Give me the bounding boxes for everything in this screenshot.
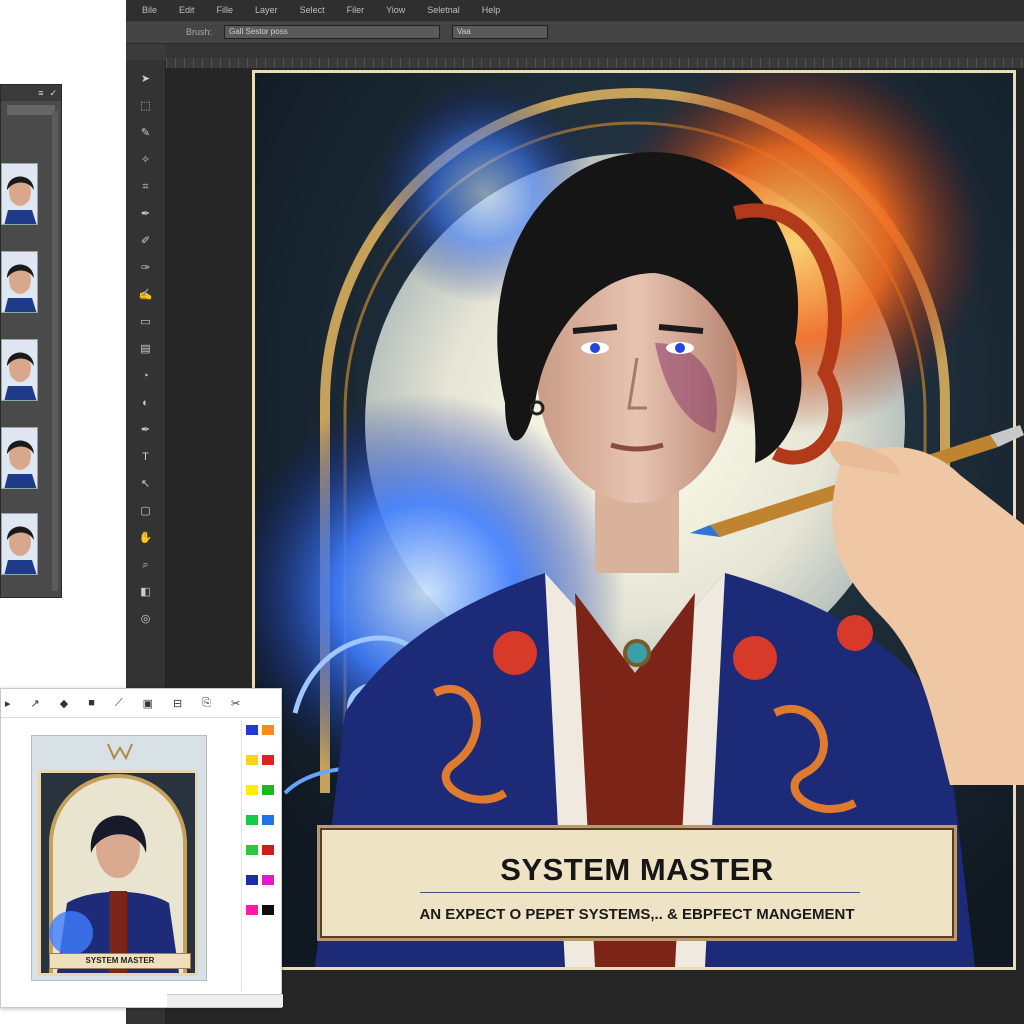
mini-canvas[interactable]: SYSTEM MASTER: [31, 735, 207, 981]
zoom-tool-icon[interactable]: ⌕: [139, 558, 153, 572]
menu-item[interactable]: Filer: [347, 5, 365, 15]
frame-tool-icon[interactable]: ▣: [143, 697, 153, 710]
thumbnail-portrait: [4, 352, 37, 400]
brush-preset-field[interactable]: Gall Sestor poss: [224, 25, 441, 39]
options-bar: Brush: Gall Sestor poss Vaa: [126, 20, 1024, 44]
color-swatch[interactable]: [262, 725, 274, 735]
crown-logo-icon: [107, 743, 133, 761]
clone-tool-icon[interactable]: ✑: [139, 261, 153, 275]
layers-panel: ≡ ✓: [0, 84, 62, 598]
color-swatch[interactable]: [262, 785, 274, 795]
painting-hand-image: [690, 425, 1024, 785]
color-swatch[interactable]: [262, 875, 274, 885]
pendant: [623, 639, 651, 667]
title-banner: SYSTEM MASTER AN EXPECT O PEPET SYSTEMS,…: [317, 825, 957, 941]
menu-item[interactable]: Yiow: [386, 5, 405, 15]
color-swatch[interactable]: [246, 725, 258, 735]
color-swatch[interactable]: [246, 785, 258, 795]
left-iris: [590, 343, 600, 353]
horizontal-ruler: [166, 58, 1024, 68]
color-swatch[interactable]: [246, 815, 258, 825]
mini-card-label: SYSTEM MASTER: [49, 953, 191, 969]
layer-thumbnail[interactable]: [1, 339, 38, 401]
embroidery-flower-left: [493, 631, 537, 675]
banner-subtitle: AN EXPECT O PEPET SYSTEMS,.. & EBPFECT M…: [419, 906, 855, 923]
marquee-tool-icon[interactable]: ⬚: [139, 99, 153, 113]
file-tool-icon[interactable]: ⎘: [202, 697, 211, 710]
color-swatch[interactable]: [246, 875, 258, 885]
menu-item[interactable]: Seletnal: [427, 5, 460, 15]
arrow-tool-icon[interactable]: ▸: [5, 697, 11, 710]
history-brush-icon[interactable]: ✍: [139, 288, 153, 302]
pen-tool-icon[interactable]: ⟋: [115, 697, 123, 710]
menu-bar: Bile Edit Fille Layer Select Filer Yiow …: [126, 0, 1024, 20]
layers-filter-bar[interactable]: [7, 105, 55, 115]
menu-item[interactable]: Edit: [179, 5, 195, 15]
brush-size-field[interactable]: Vaa: [452, 25, 549, 39]
mini-toolbar: ▸ ↗ ◆ ■ ⟋ ▣ ⊟ ⎘ ✂: [1, 689, 281, 718]
wand-tool-icon[interactable]: ✧: [139, 153, 153, 167]
right-iris: [675, 343, 685, 353]
color-square-icon[interactable]: ■: [88, 697, 95, 709]
crop-tool-icon[interactable]: ⌗: [139, 180, 153, 194]
menu-item[interactable]: Select: [300, 5, 325, 15]
banner-divider: [420, 892, 860, 893]
check-icon[interactable]: ✓: [49, 88, 57, 99]
color-swatch[interactable]: [262, 755, 274, 765]
menu-item[interactable]: Layer: [255, 5, 278, 15]
layers-panel-header: ≡ ✓: [1, 85, 61, 101]
curve-tool-icon[interactable]: ↗: [31, 697, 40, 710]
thumbnail-portrait: [4, 264, 37, 312]
menu-item[interactable]: Bile: [142, 5, 157, 15]
color-palette: [241, 721, 280, 991]
panel-menu-icon[interactable]: ≡: [38, 88, 43, 98]
color-swatch[interactable]: [246, 905, 258, 915]
brush-label: Brush:: [186, 27, 213, 37]
eyedropper-tool-icon[interactable]: ✒: [139, 207, 153, 221]
color-swatch[interactable]: [262, 845, 274, 855]
color-swatch[interactable]: [246, 845, 258, 855]
move-tool-icon[interactable]: ➤: [139, 72, 153, 86]
fill-tool-icon[interactable]: ◆: [60, 697, 68, 710]
color-swatch[interactable]: [262, 905, 274, 915]
layer-thumbnail[interactable]: [1, 513, 38, 575]
thumbnail-portrait: [4, 176, 37, 224]
lasso-tool-icon[interactable]: ✎: [139, 126, 153, 140]
mini-editor-window: ▸ ↗ ◆ ■ ⟋ ▣ ⊟ ⎘ ✂ SYSTEM MASTER: [0, 688, 283, 1008]
path-tool-icon[interactable]: ↖: [139, 477, 153, 491]
layer-thumbnail[interactable]: [1, 427, 38, 489]
mini-portrait-card: SYSTEM MASTER: [38, 770, 198, 976]
dodge-tool-icon[interactable]: ◐: [139, 396, 153, 410]
banner-title: SYSTEM MASTER: [500, 852, 774, 887]
mini-status-bar: [167, 994, 283, 1007]
mini-portrait: [49, 774, 187, 973]
layers-scrollbar[interactable]: [52, 111, 58, 591]
color-swatch[interactable]: [246, 755, 258, 765]
layer-thumbnail[interactable]: [1, 251, 38, 313]
type-tool-icon[interactable]: T: [139, 450, 153, 464]
thumbnail-portrait: [4, 440, 37, 488]
color-swatch[interactable]: [262, 815, 274, 825]
eraser-tool-icon[interactable]: ▭: [139, 315, 153, 329]
gradient-tool-icon[interactable]: ▤: [139, 342, 153, 356]
menu-item[interactable]: Fille: [217, 5, 234, 15]
pen-tool-icon[interactable]: ✒: [139, 423, 153, 437]
quick-mask-icon[interactable]: ◎: [139, 612, 153, 626]
layer-thumbnail[interactable]: [1, 163, 38, 225]
image-tool-icon[interactable]: ⊟: [173, 697, 182, 710]
blur-tool-icon[interactable]: ◔: [139, 369, 153, 383]
mini-logo-area: [107, 743, 133, 761]
hand-tool-icon[interactable]: ✋: [139, 531, 153, 545]
hand: [832, 446, 1024, 785]
cut-tool-icon[interactable]: ✂: [231, 697, 240, 710]
menu-item[interactable]: Help: [482, 5, 501, 15]
shape-tool-icon[interactable]: ▢: [139, 504, 153, 518]
brush-tool-icon[interactable]: ✐: [139, 234, 153, 248]
color-swatch-icon[interactable]: ◧: [139, 585, 153, 599]
thumbnail-portrait: [4, 526, 37, 574]
